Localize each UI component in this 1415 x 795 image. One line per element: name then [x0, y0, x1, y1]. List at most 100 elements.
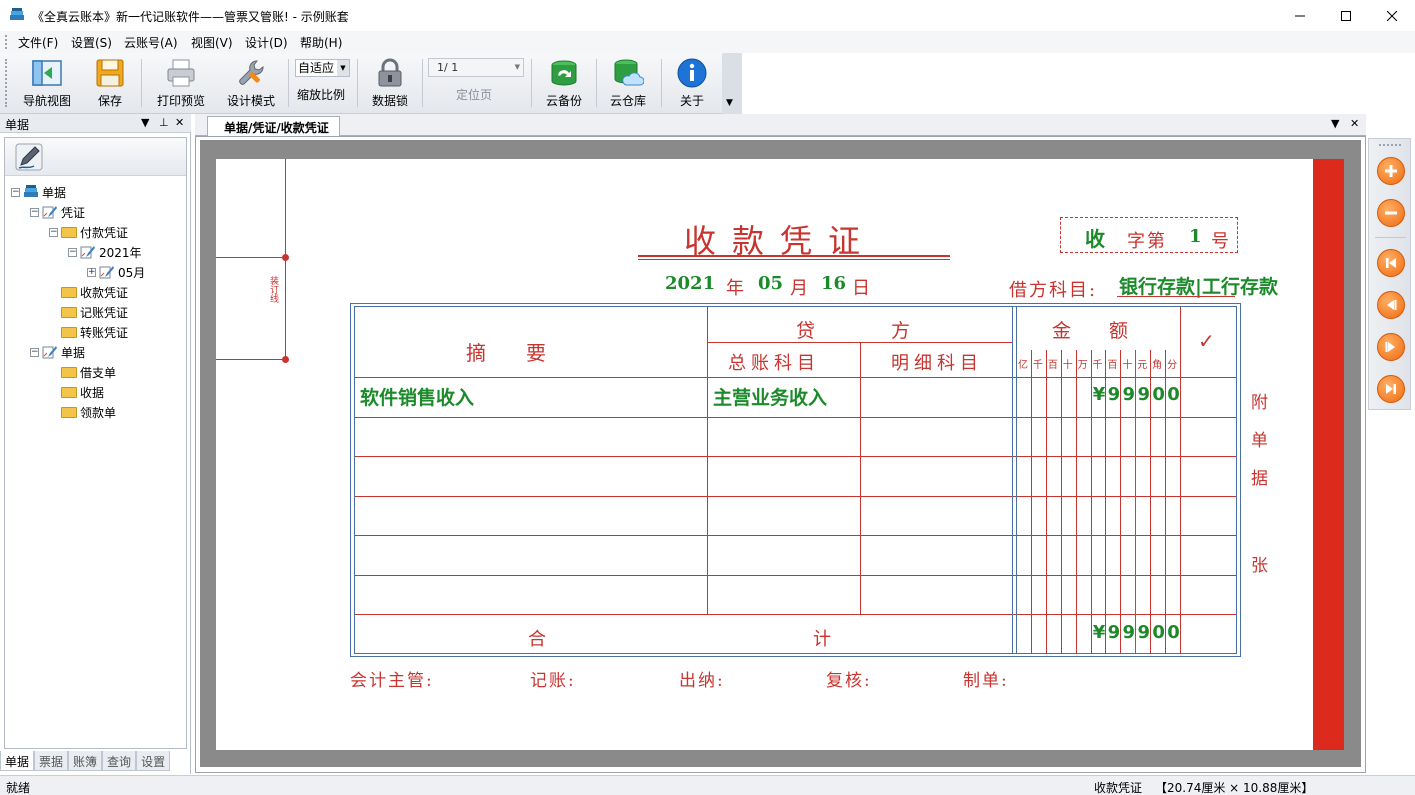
edit-pen-icon[interactable]	[14, 142, 44, 172]
grid-row-line	[355, 416, 1236, 418]
zoom-in-button[interactable]	[1377, 157, 1405, 185]
cloud-backup-label: 云备份	[545, 94, 582, 108]
total-amount-digit: 0	[1167, 622, 1180, 643]
data-lock-button[interactable]: 数据锁	[366, 57, 414, 111]
toolbar-separator	[531, 59, 532, 107]
collapse-icon[interactable]: −	[30, 347, 39, 357]
panel-tab[interactable]: 票据	[34, 751, 69, 771]
zoom-label: 缩放比例	[297, 88, 346, 102]
digit-label: 千	[1092, 360, 1103, 371]
design-mode-button[interactable]: 设计模式	[222, 57, 280, 111]
about-button[interactable]: 关于	[670, 57, 714, 111]
binding-line	[216, 359, 286, 360]
tree-node[interactable]: − 2021年	[68, 243, 142, 261]
page-value: 1/ 1	[437, 61, 459, 74]
row-summary[interactable]: 软件销售收入	[360, 383, 474, 410]
tree-node[interactable]: − 单据	[30, 343, 85, 361]
tree-node[interactable]: − 单据	[11, 183, 66, 201]
collapse-icon[interactable]: −	[11, 187, 20, 197]
expand-icon[interactable]: +	[87, 267, 96, 277]
first-page-button[interactable]	[1377, 249, 1405, 277]
menu-view[interactable]: 视图(V)	[191, 34, 233, 51]
total-label-1: 合	[528, 629, 546, 650]
first-page-icon	[1386, 258, 1396, 268]
total-amount-digit: 0	[1152, 622, 1165, 643]
print-preview-button[interactable]: 打印预览	[152, 57, 210, 111]
tree-node[interactable]: +05月	[87, 263, 145, 281]
tree-node-label: 收款凭证	[80, 285, 129, 300]
menu-grip[interactable]	[5, 35, 7, 49]
voucher-icon	[42, 346, 57, 359]
menu-settings[interactable]: 设置(S)	[71, 34, 112, 51]
digit-label: 亿	[1018, 360, 1028, 371]
toolbar-overflow-button[interactable]: ▼	[722, 53, 742, 114]
signature-preparer: 制单:	[963, 671, 1009, 691]
tree-node[interactable]: − 付款凭证	[49, 223, 128, 241]
tree-node-label: 单据	[42, 185, 67, 200]
tree-node[interactable]: 记账凭证	[49, 303, 128, 321]
page-select[interactable]: 1/ 1 ▼	[428, 58, 524, 77]
tree-node[interactable]: − 凭证	[30, 203, 85, 221]
last-page-icon	[1386, 384, 1396, 394]
voucher-icon	[99, 266, 114, 279]
prev-page-button[interactable]	[1377, 291, 1405, 319]
panel-tab[interactable]: 账簿	[68, 751, 103, 771]
tree-node[interactable]: 收据	[49, 383, 104, 401]
tree-node[interactable]: 收款凭证	[49, 283, 128, 301]
panel-tab[interactable]: 设置	[136, 751, 171, 771]
panel-dropdown-icon[interactable]: ▼	[141, 116, 149, 129]
collapse-icon[interactable]: −	[30, 207, 39, 217]
year-unit: 年	[726, 278, 744, 299]
panel-tab[interactable]: 单据	[0, 751, 35, 771]
zoom-select[interactable]: 自适应 ▼	[295, 59, 350, 77]
cloud-backup-button[interactable]: 云备份	[540, 57, 588, 111]
tree-node[interactable]: 借支单	[49, 363, 116, 381]
panel-close-icon[interactable]: ✕	[175, 116, 184, 129]
row-general-account[interactable]: 主营业务收入	[713, 383, 827, 410]
tab-list-icon[interactable]: ▼	[1331, 117, 1339, 130]
panel-grip[interactable]	[1379, 144, 1401, 146]
toolbar-grip[interactable]	[5, 59, 7, 107]
pin-icon[interactable]: ⊥	[159, 116, 169, 129]
menu-file[interactable]: 文件(F)	[18, 34, 58, 51]
tree-node-label: 领款单	[80, 405, 117, 420]
binding-dot	[282, 254, 289, 261]
folder-icon	[61, 306, 77, 318]
menu-help[interactable]: 帮助(H)	[300, 34, 342, 51]
maximize-button[interactable]	[1323, 0, 1369, 31]
close-button[interactable]	[1369, 0, 1415, 31]
menu-cloud-account[interactable]: 云账号(A)	[124, 34, 178, 51]
nav-view-button[interactable]: 导航视图	[18, 57, 76, 111]
tab-receipt-voucher[interactable]: 单据/凭证/收款凭证	[207, 116, 340, 136]
tree-node-label: 单据	[61, 345, 86, 360]
print-canvas: 装订线 收款凭证 收 字第 1 号 2021 年 05 月 16 日 借方科目:…	[200, 140, 1361, 767]
save-button[interactable]: 保存	[88, 57, 132, 111]
zoom-out-button[interactable]	[1377, 199, 1405, 227]
voucher-no-suffix: 号	[1211, 231, 1229, 252]
voucher-icon	[42, 206, 57, 219]
digit-column-line	[1120, 350, 1122, 653]
page-label: 定位页	[456, 88, 493, 102]
collapse-icon[interactable]: −	[49, 227, 58, 237]
folder-icon	[61, 406, 77, 418]
panel-tab[interactable]: 查询	[102, 751, 137, 771]
debit-account-value: 银行存款|工行存款	[1119, 276, 1278, 298]
next-page-button[interactable]	[1377, 333, 1405, 361]
tab-close-icon[interactable]: ✕	[1350, 117, 1359, 130]
tree-node[interactable]: 领款单	[49, 403, 116, 421]
minimize-button[interactable]	[1277, 0, 1323, 31]
digit-label: 分	[1167, 360, 1178, 371]
last-page-button[interactable]	[1377, 375, 1405, 403]
binding-text: 装订线	[268, 276, 278, 303]
left-panel: 单据 ▼ ⊥ ✕ − 单据 − 凭证 − 付款凭证 −2021年 +05月 收款凭证 记账凭证 转账…	[0, 114, 191, 774]
collapse-icon[interactable]: −	[68, 247, 77, 257]
signature-supervisor: 会计主管:	[350, 671, 434, 691]
menu-design[interactable]: 设计(D)	[245, 34, 288, 51]
digit-label: 角	[1152, 360, 1163, 371]
tree-node[interactable]: 转账凭证	[49, 323, 128, 341]
tree-node-label: 收据	[80, 385, 105, 400]
tree-node-label: 2021年	[99, 245, 142, 260]
cloud-store-button[interactable]: 云仓库	[604, 57, 652, 111]
grid-row-line	[355, 495, 1236, 497]
panel-header: 单据 ▼ ⊥ ✕	[0, 114, 191, 133]
